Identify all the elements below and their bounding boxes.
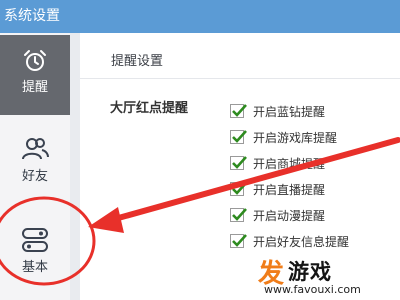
option-label: 开启商城提醒 bbox=[253, 156, 326, 171]
sidebar-item-label: 提醒 bbox=[21, 80, 48, 95]
watermark-brand-text: 游戏 bbox=[288, 260, 332, 284]
option-label: 开启直播提醒 bbox=[253, 182, 326, 197]
option-live-reminder[interactable]: 开启直播提醒 bbox=[230, 180, 325, 198]
checkbox[interactable] bbox=[230, 234, 247, 248]
option-label: 开启游戏库提醒 bbox=[253, 130, 338, 145]
sidebar-item-remind[interactable]: 提醒 bbox=[0, 35, 70, 115]
section-divider bbox=[80, 78, 400, 79]
option-store-reminder[interactable]: 开启商城提醒 bbox=[230, 154, 325, 172]
checkmark-icon bbox=[232, 208, 247, 221]
sidebar-item-label: 基本 bbox=[21, 260, 48, 275]
friends-icon bbox=[22, 138, 49, 160]
checkbox[interactable] bbox=[230, 104, 247, 118]
group-label: 大厅红点提醒 bbox=[110, 101, 189, 116]
option-label: 开启好友信息提醒 bbox=[253, 234, 350, 249]
toggle-switch-icon bbox=[22, 228, 48, 252]
settings-sidebar: 提醒 好友 基本 bbox=[0, 33, 70, 300]
window-title: 系统设置 bbox=[4, 8, 60, 24]
checkmark-icon bbox=[232, 234, 247, 247]
option-anime-reminder[interactable]: 开启动漫提醒 bbox=[230, 206, 325, 224]
option-label: 开启动漫提醒 bbox=[253, 208, 326, 223]
sidebar-item-friends[interactable]: 好友 bbox=[0, 130, 70, 210]
checkmark-icon bbox=[232, 130, 247, 143]
sidebar-item-label: 好友 bbox=[21, 169, 48, 184]
window-titlebar: 系统设置 bbox=[0, 0, 400, 33]
option-blue-diamond-reminder[interactable]: 开启蓝钻提醒 bbox=[230, 102, 325, 120]
checkbox[interactable] bbox=[230, 208, 247, 222]
option-friend-message-reminder[interactable]: 开启好友信息提醒 bbox=[230, 232, 349, 250]
option-game-library-reminder[interactable]: 开启游戏库提醒 bbox=[230, 128, 337, 146]
option-label: 开启蓝钻提醒 bbox=[253, 104, 326, 119]
checkmark-icon bbox=[232, 104, 247, 117]
sidebar-separator bbox=[70, 33, 80, 300]
section-title: 提醒设置 bbox=[111, 54, 164, 69]
watermark-url: www.favouxi.com bbox=[264, 283, 361, 296]
alarm-clock-icon bbox=[24, 50, 46, 71]
checkbox[interactable] bbox=[230, 156, 247, 170]
checkbox[interactable] bbox=[230, 130, 247, 144]
checkmark-icon bbox=[232, 182, 247, 195]
checkmark-icon bbox=[232, 156, 247, 169]
sidebar-item-basic[interactable]: 基本 bbox=[0, 219, 70, 299]
checkbox[interactable] bbox=[230, 182, 247, 196]
site-watermark: 发 游戏 www.favouxi.com bbox=[258, 253, 400, 300]
